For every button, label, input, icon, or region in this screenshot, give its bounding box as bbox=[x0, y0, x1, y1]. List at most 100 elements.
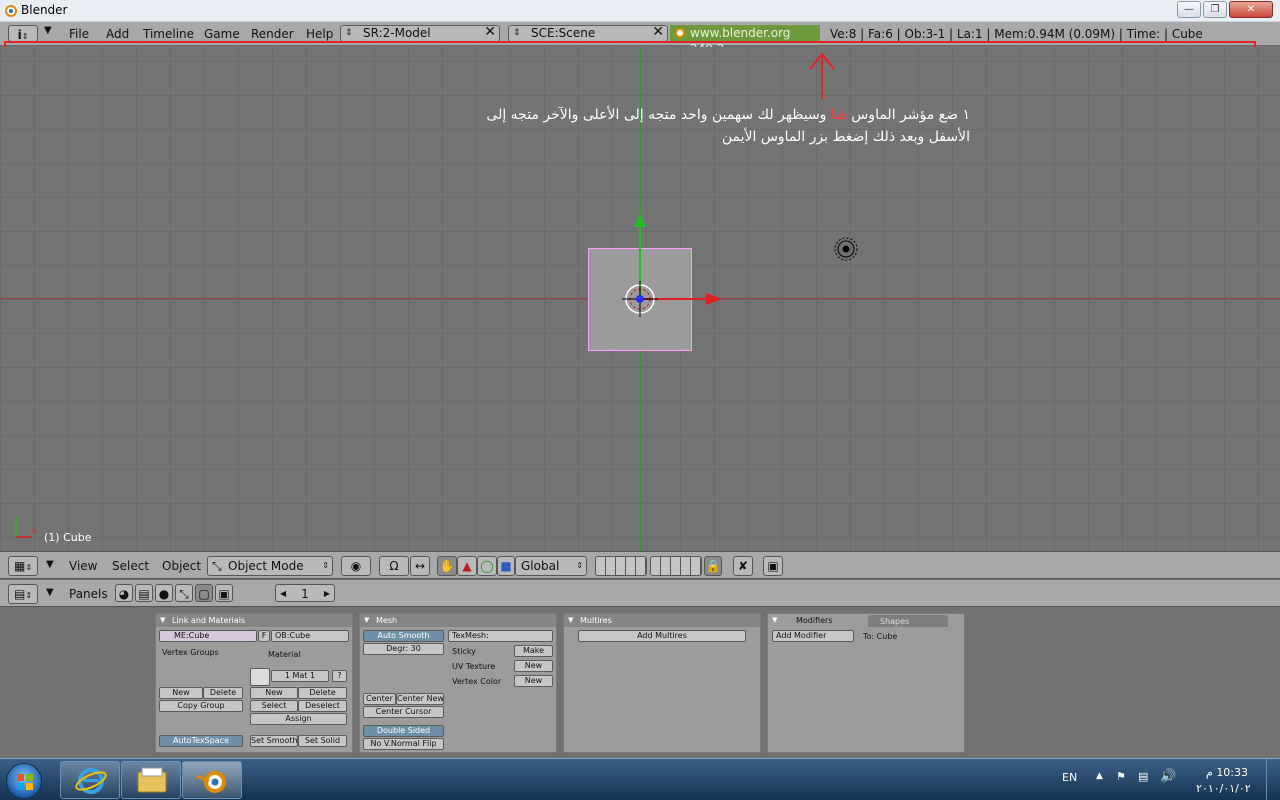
lamp-object-icon[interactable] bbox=[833, 236, 859, 262]
scene-tab[interactable]: ▣ bbox=[215, 584, 233, 602]
widget-toggle[interactable]: ↔ bbox=[410, 556, 430, 576]
menu-add[interactable]: Add bbox=[106, 27, 129, 41]
delete-screen-icon[interactable]: ✕ bbox=[484, 25, 496, 40]
panel-link-materials: Link and Materials ME:Cube F OB:Cube Ver… bbox=[155, 613, 353, 753]
scene-name: SCE:Scene bbox=[531, 26, 596, 40]
fake-user-button[interactable]: F bbox=[258, 630, 270, 642]
autotexspace-button[interactable]: AutoTexSpace bbox=[159, 735, 243, 747]
menu-view[interactable]: View bbox=[69, 559, 97, 573]
hand-tool-button[interactable]: ✋ bbox=[437, 556, 457, 576]
panel-title[interactable]: Multires bbox=[564, 614, 760, 627]
material-help-button[interactable]: ? bbox=[332, 670, 347, 682]
layer-buttons-1[interactable] bbox=[595, 556, 647, 576]
no-vnormal-flip-button[interactable]: No V.Normal Flip bbox=[363, 738, 444, 750]
texmesh-field[interactable]: TexMesh: bbox=[448, 630, 553, 642]
tab-modifiers[interactable]: Modifiers bbox=[784, 614, 866, 627]
snap-button[interactable]: ✘ bbox=[733, 556, 753, 576]
action-center-flag-icon[interactable]: ⚑ bbox=[1116, 770, 1126, 783]
taskbar-blender[interactable] bbox=[182, 761, 242, 799]
uv-texture-new-button[interactable]: New bbox=[514, 660, 553, 672]
panel-title[interactable]: Link and Materials bbox=[156, 614, 352, 627]
menu-timeline[interactable]: Timeline bbox=[143, 27, 194, 41]
clock-date[interactable]: ٢٠١٠/٠١/٠٢ bbox=[1196, 782, 1251, 795]
copy-group-button[interactable]: Copy Group bbox=[159, 700, 243, 712]
menu-file[interactable]: File bbox=[69, 27, 89, 41]
scale-widget-button[interactable]: ■ bbox=[497, 556, 515, 576]
internet-explorer-icon bbox=[75, 768, 107, 794]
show-desktop-button[interactable] bbox=[1266, 759, 1280, 800]
rotate-widget-button[interactable]: ◯ bbox=[477, 556, 497, 576]
editor-type-button[interactable]: i⇕ bbox=[8, 25, 38, 42]
logic-tab[interactable]: ◕ bbox=[115, 584, 133, 602]
vgroup-new-button[interactable]: New bbox=[159, 687, 203, 699]
close-button[interactable]: ✕ bbox=[1229, 1, 1273, 18]
material-new-button[interactable]: New bbox=[250, 687, 298, 699]
taskbar-explorer[interactable] bbox=[121, 761, 181, 799]
editor-type-button[interactable]: ▤⇕ bbox=[8, 584, 38, 604]
collapse-menu-icon[interactable]: ▼ bbox=[44, 25, 52, 36]
menu-object[interactable]: Object bbox=[162, 559, 201, 573]
object-name-field[interactable]: OB:Cube bbox=[271, 630, 349, 642]
orientation-select[interactable]: Global ⇕ bbox=[515, 556, 587, 576]
degree-field[interactable]: Degr: 30 bbox=[363, 643, 444, 655]
updown-arrow-icon: ⇕ bbox=[576, 561, 583, 570]
collapse-menu-icon[interactable]: ▼ bbox=[46, 587, 54, 598]
sticky-make-button[interactable]: Make bbox=[514, 645, 553, 657]
set-solid-button[interactable]: Set Solid bbox=[298, 735, 347, 747]
editing-tab[interactable]: ▢ bbox=[195, 584, 213, 602]
network-icon[interactable]: ▤ bbox=[1138, 770, 1148, 783]
taskbar-internet-explorer[interactable] bbox=[60, 761, 120, 799]
object-tab[interactable]: ⤡ bbox=[175, 584, 193, 602]
shading-tab[interactable]: ● bbox=[155, 584, 173, 602]
material-assign-button[interactable]: Assign bbox=[250, 713, 347, 725]
transform-manipulator[interactable] bbox=[600, 207, 740, 337]
menu-render[interactable]: Render bbox=[251, 27, 294, 41]
add-multires-button[interactable]: Add Multires bbox=[578, 630, 746, 642]
instruction-text-c: الأسفل وبعد ذلك إضغط بزر الماوس الأيمن bbox=[721, 129, 970, 145]
minimize-button[interactable]: — bbox=[1177, 1, 1201, 18]
buttons-header: ▤⇕ ▼ Panels ◕ ▤ ● ⤡ ▢ ▣ ◀ 1 ▶ bbox=[0, 580, 1280, 607]
collapse-menu-icon[interactable]: ▼ bbox=[46, 559, 54, 570]
translate-widget-button[interactable]: ▲ bbox=[457, 556, 477, 576]
material-deselect-button[interactable]: Deselect bbox=[298, 700, 347, 712]
vertex-color-new-button[interactable]: New bbox=[514, 675, 553, 687]
scene-selector[interactable]: ⇕ SCE:Scene ✕ bbox=[508, 25, 668, 42]
panel-title[interactable]: Mesh bbox=[360, 614, 556, 627]
material-swatch[interactable] bbox=[250, 668, 270, 686]
center-button[interactable]: Center bbox=[363, 693, 396, 705]
tab-shapes[interactable]: Shapes bbox=[868, 615, 948, 627]
draw-type-button[interactable]: ◉ bbox=[341, 556, 371, 576]
screen-selector[interactable]: ⇕ SR:2-Model ✕ bbox=[340, 25, 500, 42]
center-new-button[interactable]: Center New bbox=[396, 693, 444, 705]
maximize-button[interactable]: ❐ bbox=[1203, 1, 1227, 18]
pivot-button[interactable]: Ω bbox=[379, 556, 409, 576]
auto-smooth-button[interactable]: Auto Smooth bbox=[363, 630, 444, 642]
mesh-name-field[interactable]: ME:Cube bbox=[159, 630, 257, 642]
frame-number-field[interactable]: ◀ 1 ▶ bbox=[275, 584, 335, 602]
language-indicator[interactable]: EN bbox=[1062, 771, 1077, 784]
lock-layers-button[interactable]: 🔒 bbox=[704, 556, 722, 576]
show-hidden-icons-icon[interactable]: ▲ bbox=[1096, 771, 1103, 781]
vgroup-delete-button[interactable]: Delete bbox=[203, 687, 243, 699]
start-button[interactable] bbox=[6, 763, 42, 799]
clock-time[interactable]: 10:33 م bbox=[1206, 766, 1248, 779]
delete-scene-icon[interactable]: ✕ bbox=[652, 25, 664, 40]
editor-type-button[interactable]: ▦⇕ bbox=[8, 556, 38, 576]
panels-label: Panels bbox=[69, 587, 108, 601]
script-tab[interactable]: ▤ bbox=[135, 584, 153, 602]
layer-buttons-2[interactable] bbox=[650, 556, 702, 576]
center-cursor-button[interactable]: Center Cursor bbox=[363, 706, 444, 718]
material-index-field[interactable]: 1 Mat 1 bbox=[271, 670, 329, 682]
volume-icon[interactable]: 🔊 bbox=[1160, 769, 1176, 784]
material-select-button[interactable]: Select bbox=[250, 700, 298, 712]
double-sided-button[interactable]: Double Sided bbox=[363, 725, 444, 737]
menu-game[interactable]: Game bbox=[204, 27, 240, 41]
add-modifier-button[interactable]: Add Modifier bbox=[772, 630, 854, 642]
menu-help[interactable]: Help bbox=[306, 27, 333, 41]
mode-select[interactable]: ⤡ Object Mode ⇕ bbox=[207, 556, 333, 576]
set-smooth-button[interactable]: Set Smooth bbox=[250, 735, 298, 747]
render-preview-button[interactable]: ▣ bbox=[763, 556, 783, 576]
material-delete-button[interactable]: Delete bbox=[298, 687, 347, 699]
3d-viewport[interactable]: ١ ضع مؤشر الماوس هنا وسيظهر لك سهمين واح… bbox=[0, 47, 1280, 551]
menu-select[interactable]: Select bbox=[112, 559, 149, 573]
